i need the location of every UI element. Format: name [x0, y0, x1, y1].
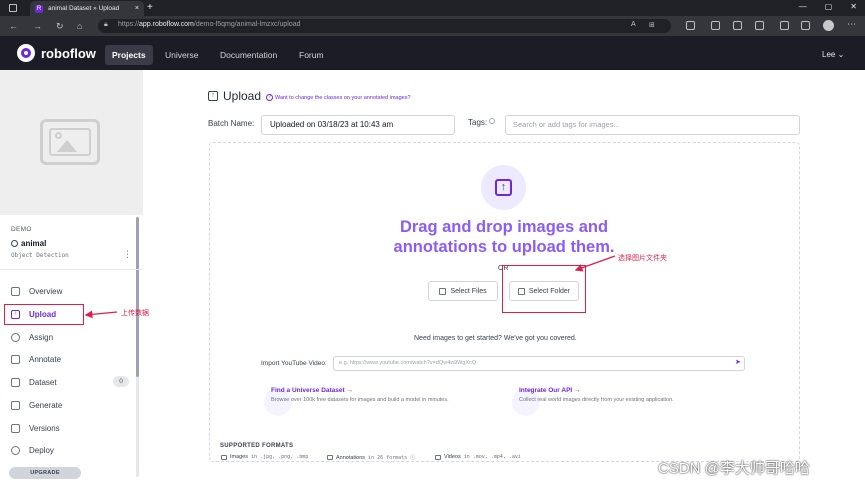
watermark: CSDN @李大帅哥哈哈	[658, 460, 810, 477]
folder-annotation-text: 选择图片文件夹	[618, 255, 667, 262]
annotation-arrows	[84, 255, 616, 319]
upload-arrow	[84, 310, 118, 319]
folder-arrow	[574, 255, 616, 272]
upload-annotation-text: 上传数据	[121, 310, 149, 317]
